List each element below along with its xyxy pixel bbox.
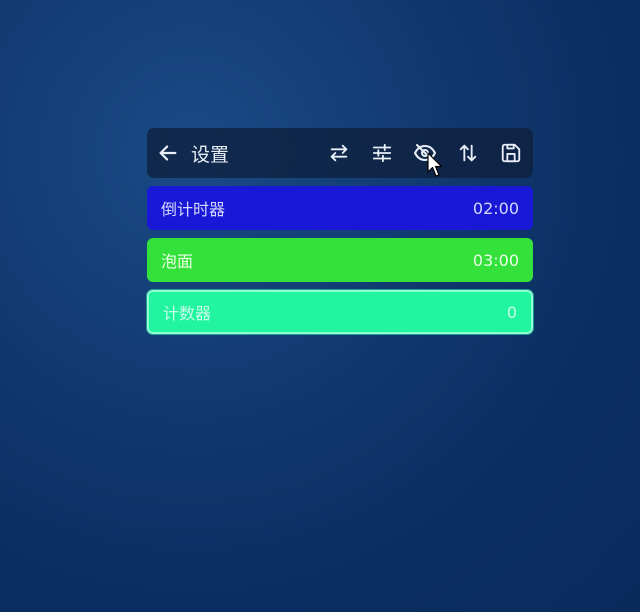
sort-icon <box>457 142 479 164</box>
timer-card-noodle[interactable]: 泡面 03:00 <box>147 238 533 282</box>
swap-button[interactable] <box>327 141 351 165</box>
timer-name: 计数器 <box>163 304 212 323</box>
timer-card-counter[interactable]: 计数器 0 <box>147 290 533 334</box>
timer-card-countdown[interactable]: 倒计时器 02:00 <box>147 186 533 230</box>
timer-name: 泡面 <box>161 252 194 271</box>
timer-value: 0 <box>506 302 517 322</box>
toolbar-actions <box>327 141 523 165</box>
page-title: 设置 <box>191 143 230 166</box>
hide-button[interactable] <box>413 141 437 165</box>
swap-icon <box>328 142 350 164</box>
timer-value: 02:00 <box>472 198 519 218</box>
eye-off-icon <box>413 141 437 165</box>
timer-name: 倒计时器 <box>161 200 226 219</box>
save-button[interactable] <box>499 141 523 165</box>
settings-panel: 设置 倒计时器 02:00 泡面 03:00 计数器 0 <box>147 128 533 334</box>
adjust-button[interactable] <box>370 141 394 165</box>
save-icon <box>500 142 522 164</box>
sliders-icon <box>371 142 393 164</box>
timer-value: 03:00 <box>472 250 519 270</box>
back-button[interactable] <box>157 142 179 164</box>
arrow-left-icon <box>157 142 179 164</box>
settings-toolbar: 设置 <box>147 128 533 178</box>
sort-button[interactable] <box>456 141 480 165</box>
